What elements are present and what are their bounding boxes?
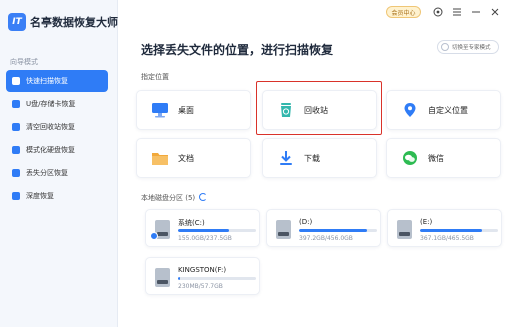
disk-usage-fill: [178, 229, 229, 232]
minimize-icon[interactable]: [470, 6, 482, 18]
toggle-knob: [441, 43, 449, 51]
sidebar: IT 名亭数据恢复大师 向导模式 快速扫描恢复 U盘/存储卡恢复 清空回收站恢复…: [0, 0, 118, 327]
sidebar-section-label: 向导模式: [10, 58, 38, 66]
recycle-bin-icon: [12, 123, 20, 131]
disk-usage-bar: [299, 229, 377, 232]
hard-drive-icon: [397, 220, 412, 239]
disk-size: 155.0GB/237.5GB: [178, 235, 232, 242]
deep-scan-icon: [12, 192, 20, 200]
disk-usage-bar: [178, 229, 256, 232]
app-name: 名亭数据恢复大师: [30, 16, 118, 29]
menu-icon[interactable]: [451, 6, 463, 18]
sidebar-item-label: 深度恢复: [26, 192, 54, 200]
disk-name: (E:): [420, 218, 433, 226]
usb-icon: [12, 100, 20, 108]
sidebar-item-label: 清空回收站恢复: [26, 123, 75, 131]
disk-size: 367.1GB/465.5GB: [420, 235, 474, 242]
app-logo: IT: [8, 13, 26, 31]
disk-name: (D:): [299, 218, 313, 226]
disk-card-d[interactable]: (D:) 397.2GB/456.0GB: [266, 209, 381, 247]
expert-mode-toggle[interactable]: 切换至专家模式: [437, 40, 499, 54]
location-pin-icon: [401, 102, 419, 118]
highlight-box: [256, 81, 382, 135]
disk-size: 230MB/57.7GB: [178, 283, 223, 290]
disks-section-label: 本地磁盘分区 (5): [141, 194, 196, 202]
sidebar-item-deep[interactable]: 深度恢复: [6, 185, 108, 207]
sidebar-item-partition[interactable]: 丢失分区恢复: [6, 162, 108, 184]
sidebar-item-quick-scan[interactable]: 快速扫描恢复: [6, 70, 108, 92]
disk-name: 系统(C:): [178, 219, 205, 227]
refresh-icon[interactable]: [199, 193, 207, 201]
location-card-custom[interactable]: 自定义位置: [386, 90, 501, 130]
sidebar-item-label: U盘/存储卡恢复: [26, 100, 76, 108]
disk-name: KINGSTON(F:): [178, 266, 227, 274]
location-label: 自定义位置: [428, 105, 468, 115]
location-card-wechat[interactable]: 微信: [386, 138, 501, 178]
hard-drive-icon: [155, 268, 170, 287]
location-label: 文档: [178, 153, 194, 163]
disk-usage-bar: [420, 229, 498, 232]
sidebar-item-label: 模式化硬盘恢复: [26, 146, 75, 154]
close-icon[interactable]: [489, 6, 501, 18]
disk-usage-fill: [299, 229, 367, 232]
windows-icon: [150, 232, 158, 240]
disk-size: 397.2GB/456.0GB: [299, 235, 353, 242]
help-icon[interactable]: [432, 6, 444, 18]
disk-usage-fill: [178, 277, 180, 280]
sidebar-item-format[interactable]: 模式化硬盘恢复: [6, 139, 108, 161]
wechat-icon: [401, 150, 419, 166]
quick-scan-icon: [12, 77, 20, 85]
location-label: 桌面: [178, 105, 194, 115]
location-label: 下载: [304, 153, 320, 163]
sidebar-item-label: 快速扫描恢复: [26, 77, 68, 85]
member-center-button[interactable]: 会员中心: [386, 6, 421, 18]
location-card-desktop[interactable]: 桌面: [136, 90, 251, 130]
expert-mode-label: 切换至专家模式: [452, 45, 491, 51]
download-icon: [277, 150, 295, 166]
desktop-icon: [151, 102, 169, 118]
folder-icon: [151, 150, 169, 166]
locations-section-label: 指定位置: [141, 73, 169, 81]
disk-usage-bar: [178, 277, 256, 280]
sidebar-item-recycle-bin[interactable]: 清空回收站恢复: [6, 116, 108, 138]
disk-icon: [12, 146, 20, 154]
partition-icon: [12, 169, 20, 177]
disk-card-e[interactable]: (E:) 367.1GB/465.5GB: [387, 209, 502, 247]
page-title: 选择丢失文件的位置，进行扫描恢复: [141, 43, 334, 57]
location-card-documents[interactable]: 文档: [136, 138, 251, 178]
sidebar-item-label: 丢失分区恢复: [26, 169, 68, 177]
hard-drive-icon: [276, 220, 291, 239]
sidebar-item-usb[interactable]: U盘/存储卡恢复: [6, 93, 108, 115]
disk-card-c[interactable]: 系统(C:) 155.0GB/237.5GB: [145, 209, 260, 247]
disk-card-f[interactable]: KINGSTON(F:) 230MB/57.7GB: [145, 257, 260, 295]
location-card-downloads[interactable]: 下载: [262, 138, 377, 178]
disk-usage-fill: [420, 229, 482, 232]
location-label: 微信: [428, 153, 444, 163]
sidebar-nav: 快速扫描恢复 U盘/存储卡恢复 清空回收站恢复 模式化硬盘恢复 丢失分区恢复 深…: [6, 70, 108, 208]
